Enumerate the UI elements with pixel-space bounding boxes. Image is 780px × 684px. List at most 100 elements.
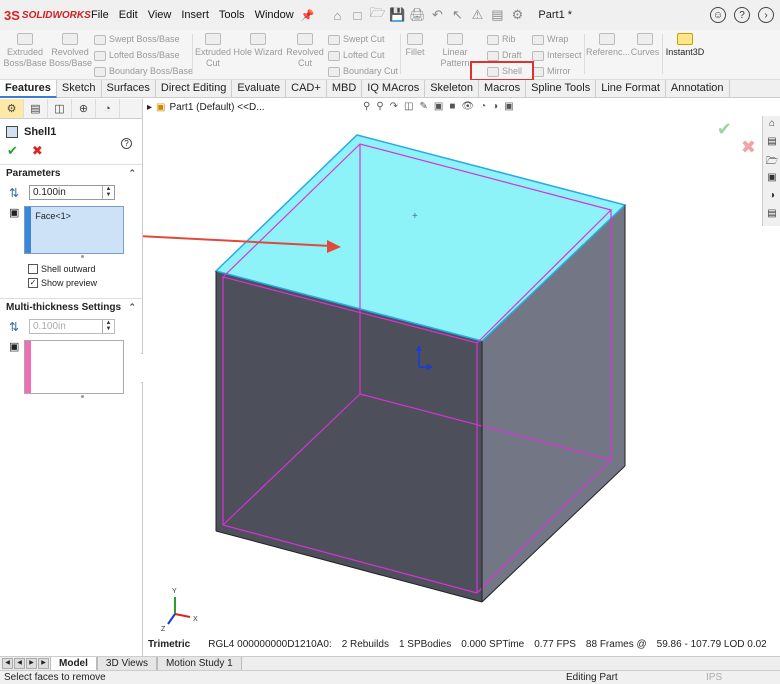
open-folder-icon[interactable]: 🗁 [368,5,386,24]
save-icon[interactable]: 💾 [388,6,406,24]
lofted-cut-icon [328,50,340,61]
menu-tools[interactable]: Tools [214,9,250,21]
tab-direct-editing[interactable]: Direct Editing [156,80,233,98]
thickness-spinner-icon[interactable]: ▲ ▼ [102,186,114,199]
mirror-button[interactable]: Mirror [532,66,571,77]
model-view-svg[interactable]: + Y X Z [143,99,780,656]
tab-motion-study[interactable]: Motion Study 1 [156,656,242,671]
tab-sketch[interactable]: Sketch [57,80,102,98]
select-icon[interactable]: ↖ [448,6,466,24]
multi-thickness-section-header[interactable]: Multi-thickness Settings ⌃ [0,298,142,316]
multi-thickness-value: 0.100in [33,321,66,332]
options-gear-icon[interactable]: ⚙ [508,6,526,24]
intersect-button[interactable]: Intersect [532,50,582,61]
show-preview-check-icon[interactable]: ✓ [28,278,38,288]
property-manager-tab-icon[interactable]: ▤ [24,99,48,118]
expand-icon[interactable]: › [758,7,774,23]
tab-macros[interactable]: Macros [479,80,527,98]
tab-cad-plus[interactable]: CAD+ [286,80,327,98]
rebuild-icon[interactable]: ⚠ [468,6,486,24]
lofted-cut-button[interactable]: Lofted Cut [328,50,385,61]
undo-icon[interactable]: ↶ [428,6,446,24]
cancel-x-icon[interactable]: ✖ [32,143,43,159]
tab-skeleton[interactable]: Skeleton [425,80,480,98]
tab-spline-tools[interactable]: Spline Tools [526,80,597,98]
shell-outward-checkbox[interactable]: Shell outward [0,264,142,274]
selected-face-item[interactable]: Face<1> [35,211,71,221]
revolved-boss-icon [62,33,78,45]
svg-text:Z: Z [161,626,166,633]
collapse-chevron-icon[interactable]: ⌃ [128,168,136,179]
tab-iq-macros[interactable]: IQ MAcros [362,80,426,98]
home-icon[interactable]: ⌂ [328,6,346,24]
menu-edit[interactable]: Edit [114,9,143,21]
last-tab-icon[interactable]: ▶ [38,658,49,669]
lofted-boss-button[interactable]: Lofted Boss/Base [94,50,180,61]
extruded-boss-button[interactable]: Extruded Boss/Base [3,33,47,69]
revolved-cut-button[interactable]: Revolved Cut [285,33,325,69]
boundary-cut-button[interactable]: Boundary Cut [328,66,398,77]
multi-thickness-input[interactable]: 0.100in ▲ ▼ [29,319,115,334]
thickness-icon: ⇅ [9,185,20,200]
reference-geometry-button[interactable]: Referenc... [586,33,630,58]
revolved-boss-button[interactable]: Revolved Boss/Base [49,33,92,69]
instant3d-button[interactable]: Instant3D [664,33,706,58]
file-properties-icon[interactable]: ▤ [488,6,506,24]
tab-line-format[interactable]: Line Format [596,80,666,98]
graphics-area[interactable]: ▸ ▣ Part1 (Default) <<D... ⚲ ⚲ ↷ ◫ ✎ ▣ ■… [143,99,780,656]
thickness-input[interactable]: 0.100in ▲ ▼ [29,185,115,200]
wrap-button[interactable]: Wrap [532,34,568,45]
multi-thickness-faces-list[interactable] [24,340,125,394]
command-manager-ribbon: Extruded Boss/Base Revolved Boss/Base Sw… [0,30,780,80]
draft-icon [487,50,499,61]
print-icon[interactable]: 🖨 [408,6,426,24]
new-document-icon[interactable]: □ [348,6,366,24]
shell-outward-label: Shell outward [41,264,96,274]
units-indicator[interactable]: IPS [706,672,722,683]
title-menu-bar: 3S SOLIDWORKS File Edit View Insert Tool… [0,0,780,30]
curves-icon [637,33,653,45]
dimxpert-tab-icon[interactable]: ⊕ [72,99,96,118]
user-icon[interactable]: ☺ [710,7,726,23]
tab-features[interactable]: Features [0,80,57,98]
menu-window[interactable]: Window [250,9,299,21]
display-manager-tab-icon[interactable]: ◔ [96,99,120,118]
rib-button[interactable]: Rib [487,34,516,45]
hole-wizard-button[interactable]: Hole Wizard [233,33,283,58]
tab-surfaces[interactable]: Surfaces [102,80,156,98]
first-tab-icon[interactable]: ◀ [2,658,13,669]
prev-tab-icon[interactable]: ◀ [14,658,25,669]
ok-check-icon[interactable]: ✔ [7,143,18,159]
shell-outward-box[interactable] [28,264,38,274]
configuration-manager-tab-icon[interactable]: ◫ [48,99,72,118]
show-preview-checkbox[interactable]: ✓ Show preview [0,278,142,288]
tab-model[interactable]: Model [50,656,97,671]
fillet-button[interactable]: Fillet [402,33,428,58]
menu-insert[interactable]: Insert [176,9,214,21]
swept-cut-button[interactable]: Swept Cut [328,34,385,45]
multi-thickness-spinner-icon[interactable]: ▲ ▼ [102,320,114,333]
collapse-chevron-icon[interactable]: ⌃ [128,302,136,313]
boundary-boss-button[interactable]: Boundary Boss/Base [94,66,193,77]
pm-help-icon[interactable]: ? [121,138,132,149]
faces-to-remove-list[interactable]: Face<1> [24,206,125,254]
property-manager-panel: ⚙ ▤ ◫ ⊕ ◔ Shell1 ? ✔ ✖ Parameters ⌃ ⇅ 0.… [0,99,143,656]
tab-mbd[interactable]: MBD [327,80,363,98]
menu-view[interactable]: View [143,9,177,21]
tab-annotation[interactable]: Annotation [666,80,730,98]
status-bar: Select faces to remove Editing Part IPS [0,670,780,684]
parameters-section-header[interactable]: Parameters ⌃ [0,164,142,182]
feature-manager-tab-icon[interactable]: ⚙ [0,99,24,118]
solidworks-logo[interactable]: 3S SOLIDWORKS [4,8,91,23]
tab-evaluate[interactable]: Evaluate [232,80,287,98]
pin-icon[interactable]: 📌 [301,9,315,22]
extruded-cut-button[interactable]: Extruded Cut [195,33,231,69]
menu-file[interactable]: File [86,9,114,21]
next-tab-icon[interactable]: ▶ [26,658,37,669]
shell-highlight-box [470,61,534,81]
help-icon[interactable]: ? [734,7,750,23]
draft-button[interactable]: Draft [487,50,522,61]
swept-boss-button[interactable]: Swept Boss/Base [94,34,180,45]
curves-button[interactable]: Curves [630,33,660,58]
tab-3d-views[interactable]: 3D Views [96,656,157,671]
